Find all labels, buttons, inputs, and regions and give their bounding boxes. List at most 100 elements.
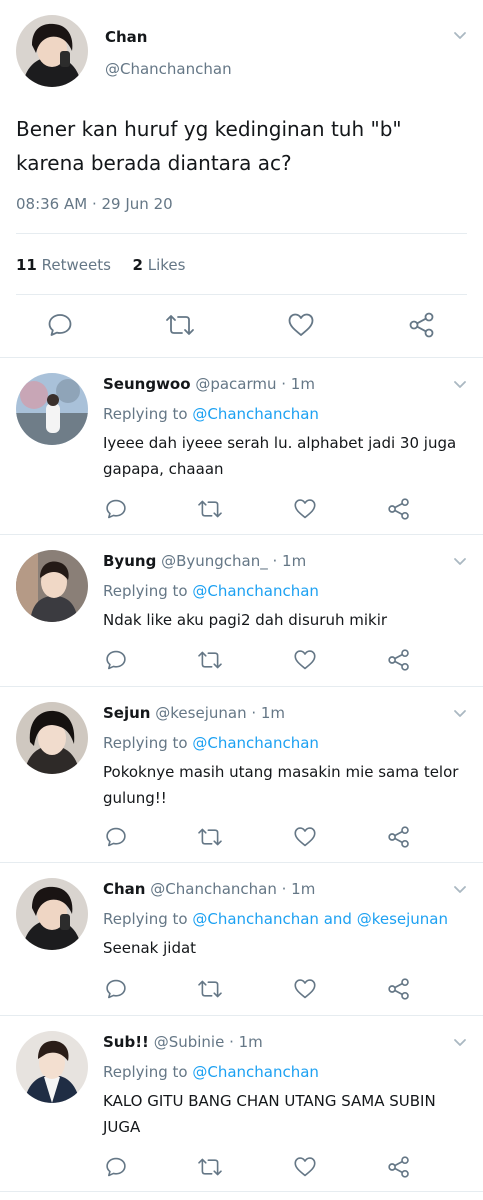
share-icon: [409, 312, 434, 338]
reply-icon: [106, 650, 126, 670]
avatar[interactable]: [16, 702, 88, 774]
retweet-icon: [198, 980, 222, 998]
like-stat[interactable]: 2 Likes: [133, 256, 186, 274]
retweet-button[interactable]: [194, 1151, 226, 1183]
replying-label: Replying to: [103, 582, 188, 600]
like-button[interactable]: [289, 1151, 321, 1183]
reply-button[interactable]: [100, 493, 132, 525]
reply-header: Byung @Byungchan_ · 1m: [103, 552, 306, 570]
reply-header: Seungwoo @pacarmu · 1m: [103, 375, 315, 393]
reply-icon: [106, 979, 126, 999]
reply-button[interactable]: [44, 309, 76, 341]
share-icon: [388, 498, 409, 520]
like-button[interactable]: [285, 309, 317, 341]
author-handle[interactable]: @Byungchan_ · 1m: [161, 552, 306, 570]
share-button[interactable]: [383, 1151, 415, 1183]
share-icon: [388, 649, 409, 671]
author-handle[interactable]: @Chanchanchan: [105, 60, 232, 78]
avatar[interactable]: [16, 15, 88, 87]
retweet-icon: [198, 500, 222, 518]
like-button[interactable]: [289, 973, 321, 1005]
retweet-button[interactable]: [194, 821, 226, 853]
replying-to-link[interactable]: @Chanchanchan: [192, 582, 319, 600]
like-count: 2: [132, 256, 143, 274]
author-handle[interactable]: @Subinie · 1m: [154, 1033, 263, 1051]
avatar[interactable]: [16, 878, 88, 950]
avatar-image: [16, 373, 88, 445]
reply-button[interactable]: [100, 973, 132, 1005]
like-label: Likes: [147, 256, 186, 274]
avatar-image: [16, 550, 88, 622]
retweet-button[interactable]: [194, 644, 226, 676]
author-handle[interactable]: @pacarmu · 1m: [195, 375, 315, 393]
share-button[interactable]: [383, 493, 415, 525]
share-button[interactable]: [383, 821, 415, 853]
reply-icon: [106, 1157, 126, 1177]
tweet-text: Pokoknye masih utang masakin mie sama te…: [103, 763, 459, 807]
tweet-actions: [0, 644, 483, 674]
like-button[interactable]: [289, 821, 321, 853]
divider: [16, 294, 467, 295]
author-handle[interactable]: @Chanchanchan · 1m: [150, 880, 315, 898]
reply-tweet: Chan @Chanchanchan · 1m Replying to @Cha…: [0, 863, 483, 1016]
replying-label: Replying to: [103, 734, 188, 752]
reply-header: Chan @Chanchanchan · 1m: [103, 880, 315, 898]
chevron-down-icon[interactable]: [453, 706, 467, 720]
retweet-button[interactable]: [194, 973, 226, 1005]
author-name[interactable]: Chan: [105, 28, 148, 46]
replying-to-link[interactable]: @Chanchanchan: [192, 734, 319, 752]
heart-icon: [294, 499, 316, 519]
heart-icon: [294, 979, 316, 999]
retweet-button[interactable]: [194, 493, 226, 525]
avatar[interactable]: [16, 373, 88, 445]
author-name[interactable]: Byung: [103, 552, 156, 570]
reply-button[interactable]: [100, 1151, 132, 1183]
chevron-down-icon[interactable]: [453, 882, 467, 896]
replying-to: Replying to @Chanchanchan: [103, 1063, 319, 1081]
chevron-down-icon[interactable]: [453, 377, 467, 391]
replying-to-link[interactable]: @Chanchanchan: [192, 405, 319, 423]
retweet-icon: [198, 1158, 222, 1176]
author-name[interactable]: Sejun: [103, 704, 150, 722]
author-name[interactable]: Chan: [103, 880, 146, 898]
retweet-icon: [198, 828, 222, 846]
avatar[interactable]: [16, 550, 88, 622]
avatar[interactable]: [16, 1031, 88, 1103]
replying-to-link[interactable]: @Chanchanchan and @kesejunan: [192, 910, 448, 928]
share-icon: [388, 978, 409, 1000]
author-handle[interactable]: @kesejunan · 1m: [155, 704, 285, 722]
tweet-timestamp[interactable]: 08:36 AM · 29 Jun 20: [16, 195, 173, 213]
heart-icon: [294, 650, 316, 670]
reply-button[interactable]: [100, 821, 132, 853]
replying-to: Replying to @Chanchanchan and @kesejunan: [103, 910, 448, 928]
heart-icon: [288, 313, 314, 336]
tweet-text: Seenak jidat: [103, 939, 197, 957]
tweet-actions: [0, 305, 483, 345]
retweet-button[interactable]: [164, 309, 196, 341]
author-name[interactable]: Seungwoo: [103, 375, 191, 393]
retweet-icon: [198, 651, 222, 669]
divider: [16, 233, 467, 234]
share-button[interactable]: [383, 973, 415, 1005]
replying-to-link[interactable]: @Chanchanchan: [192, 1063, 319, 1081]
like-button[interactable]: [289, 493, 321, 525]
replying-to: Replying to @Chanchanchan: [103, 582, 319, 600]
share-button[interactable]: [383, 644, 415, 676]
reply-tweet: Sub!! @Subinie · 1m Replying to @Chancha…: [0, 1016, 483, 1192]
replying-label: Replying to: [103, 910, 188, 928]
chevron-down-icon[interactable]: [453, 554, 467, 568]
reply-button[interactable]: [100, 644, 132, 676]
heart-icon: [294, 1157, 316, 1177]
reply-icon: [106, 827, 126, 847]
retweet-stat[interactable]: 11 Retweets: [16, 256, 111, 274]
avatar-image: [16, 878, 88, 950]
reply-header: Sub!! @Subinie · 1m: [103, 1033, 263, 1051]
retweet-icon: [166, 315, 194, 335]
like-button[interactable]: [289, 644, 321, 676]
share-button[interactable]: [406, 309, 438, 341]
tweet-text: Ndak like aku pagi2 dah disuruh mikir: [103, 611, 388, 629]
chevron-down-icon[interactable]: [453, 1035, 467, 1049]
author-name[interactable]: Sub!!: [103, 1033, 149, 1051]
chevron-down-icon[interactable]: [453, 28, 467, 42]
reply-header: Sejun @kesejunan · 1m: [103, 704, 285, 722]
